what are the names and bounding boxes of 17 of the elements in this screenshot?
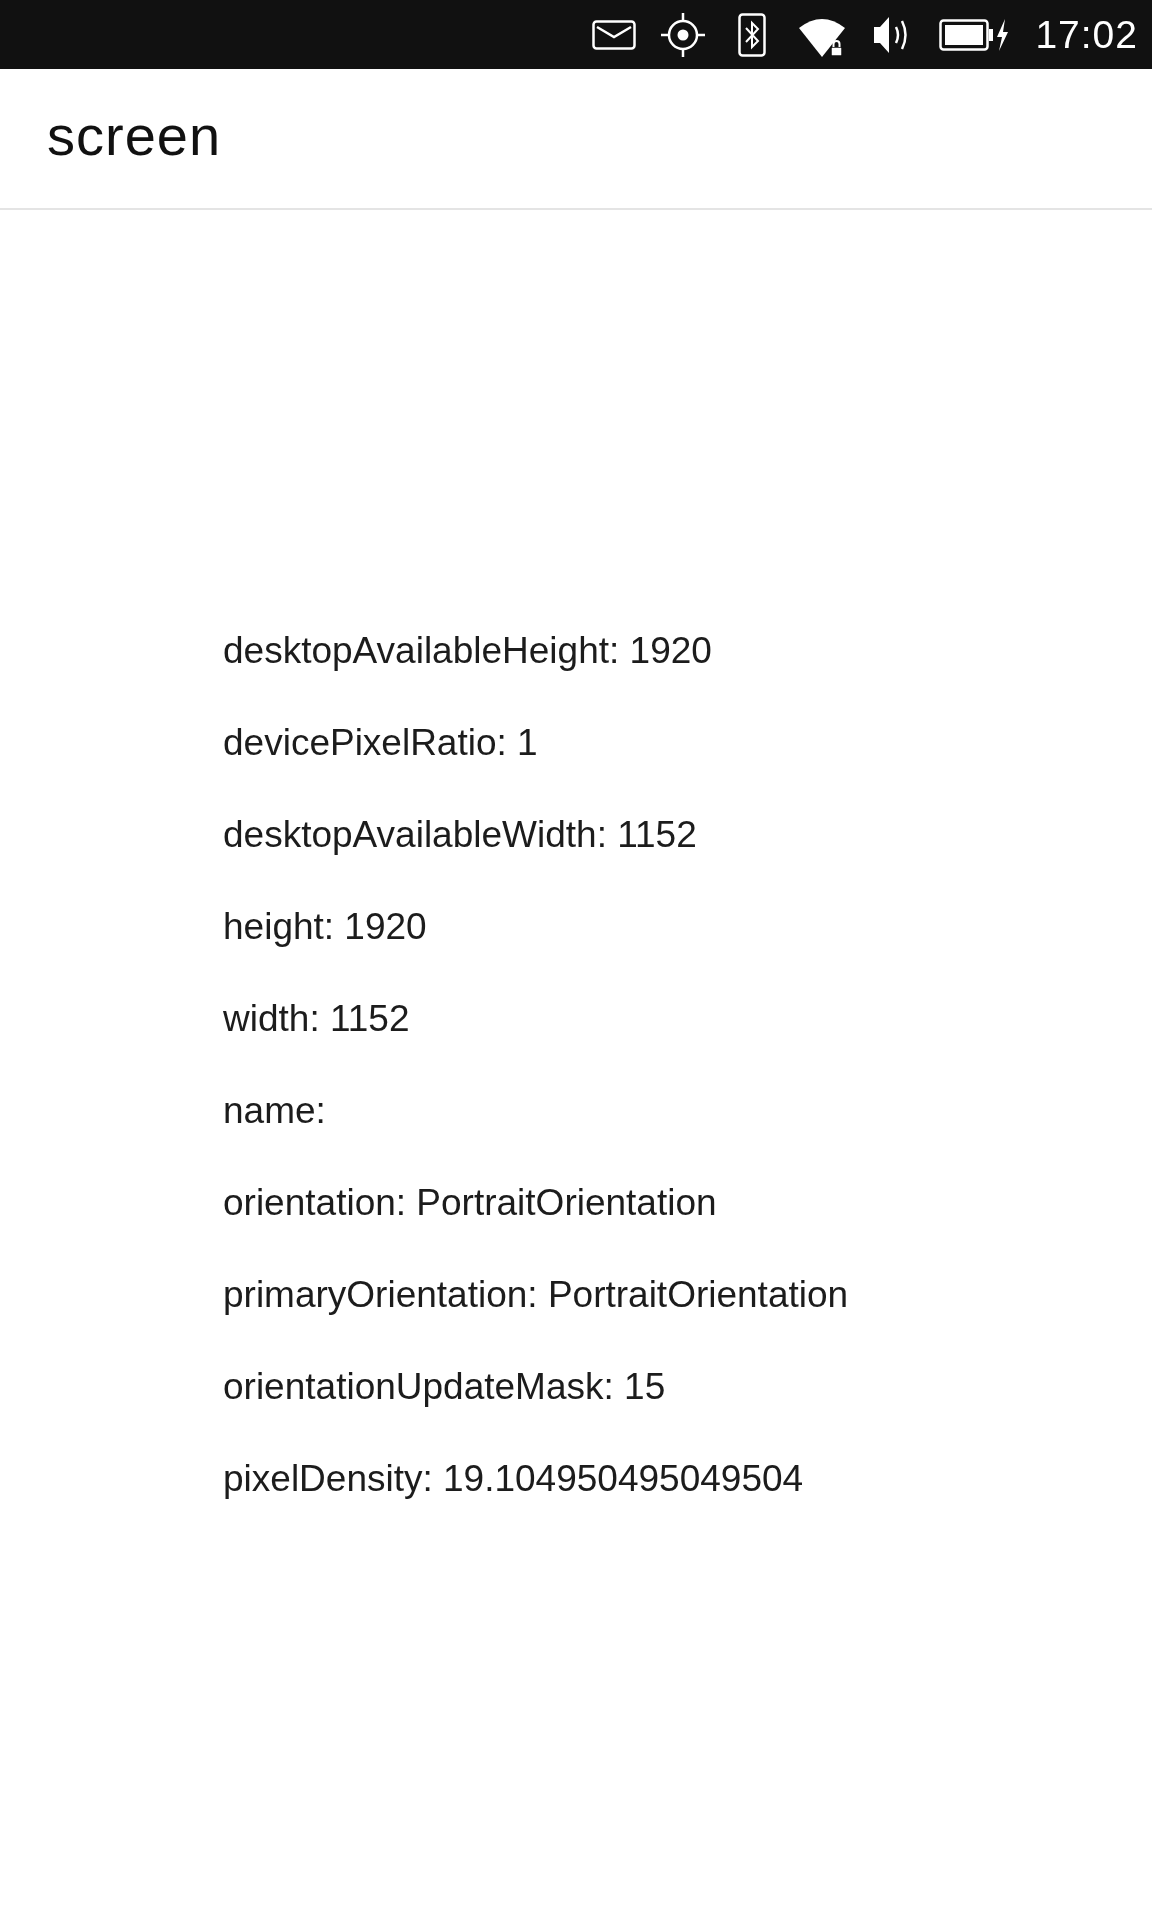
battery-charging-icon	[939, 18, 1010, 51]
property-text: name:	[223, 1089, 326, 1133]
property-text: width: 1152	[223, 997, 410, 1041]
envelope-icon	[592, 19, 637, 50]
property-text: orientationUpdateMask: 15	[223, 1365, 666, 1409]
property-text: orientation: PortraitOrientation	[223, 1181, 717, 1225]
property-text: height: 1920	[223, 905, 427, 949]
property-text: devicePixelRatio: 1	[223, 721, 538, 765]
page-title: screen	[47, 107, 222, 164]
wifi-lock-icon	[799, 18, 846, 57]
location-target-icon	[661, 12, 706, 57]
property-text: desktopAvailableHeight: 1920	[223, 629, 712, 673]
clock-time: 17:02	[1035, 15, 1138, 54]
bluetooth-icon	[738, 12, 767, 57]
property-text: desktopAvailableWidth: 1152	[223, 813, 697, 857]
property-text: primaryOrientation: PortraitOrientation	[223, 1273, 849, 1317]
property-text: pixelDensity: 19.104950495049504	[223, 1457, 804, 1501]
